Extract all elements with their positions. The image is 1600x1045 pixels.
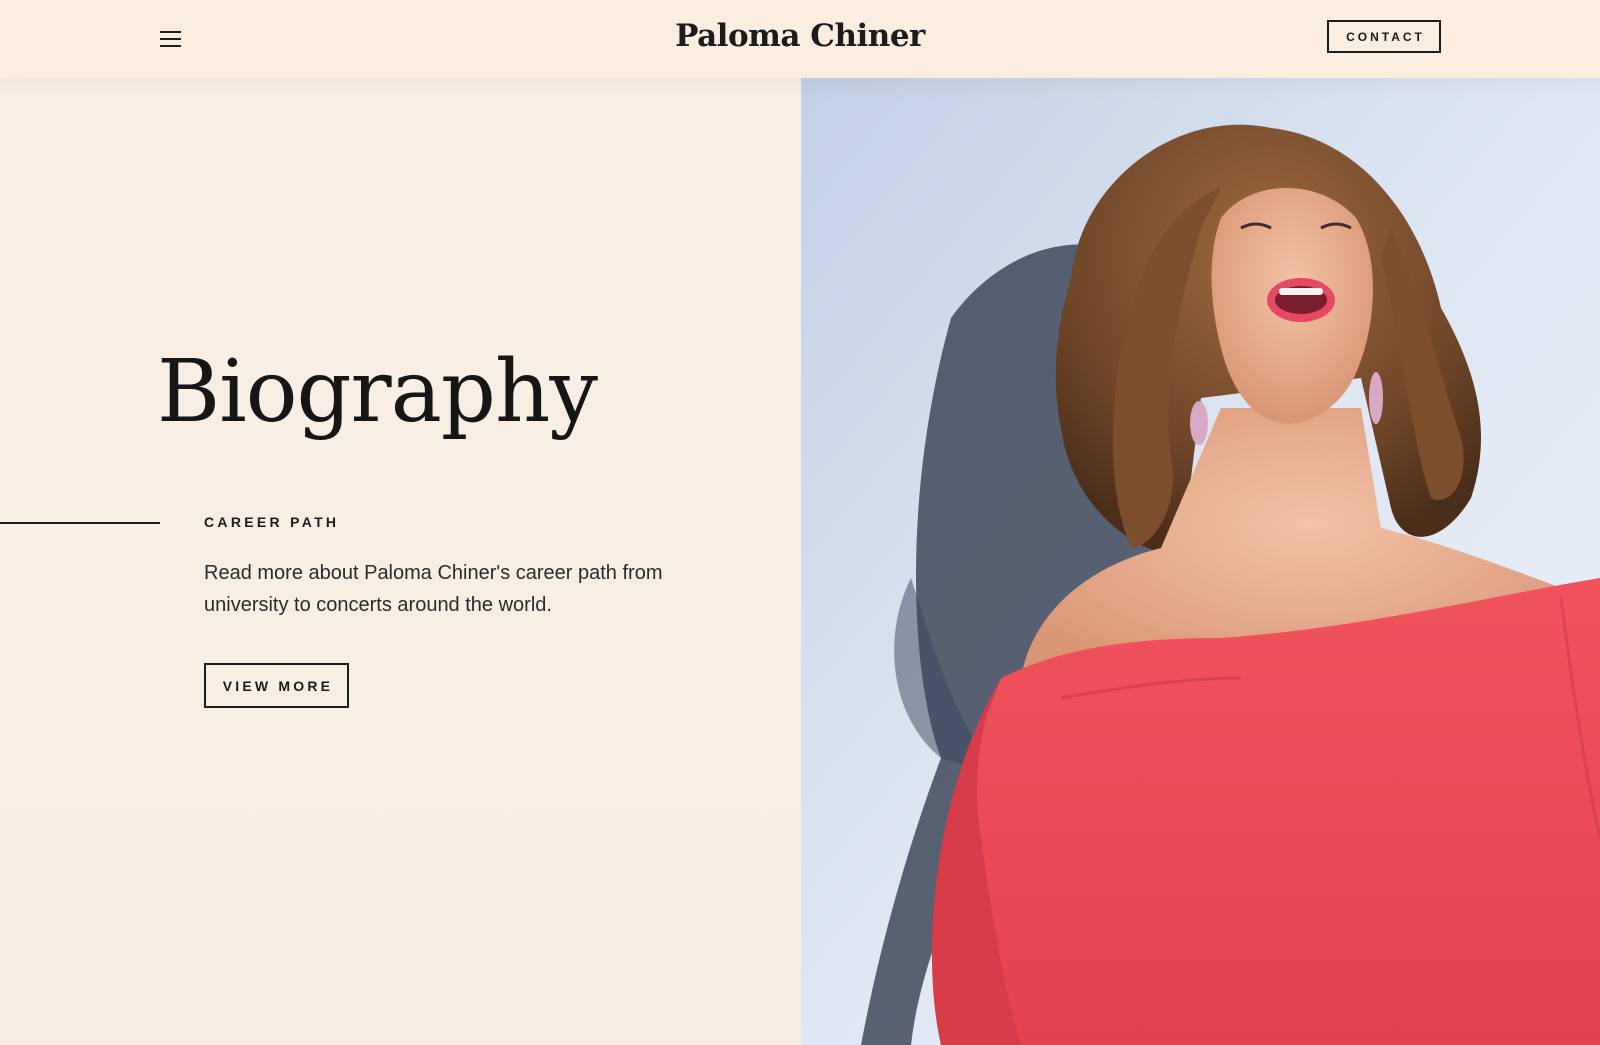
decorative-divider	[0, 522, 160, 524]
site-logo[interactable]: Paloma Chiner	[500, 18, 1100, 54]
menu-line	[159, 31, 181, 33]
contact-button[interactable]: CONTACT	[1327, 20, 1441, 53]
section-eyebrow: CAREER PATH	[204, 514, 340, 530]
portrait-illustration	[801, 78, 1600, 1045]
site-header: Paloma Chiner CONTACT	[0, 0, 1600, 78]
hamburger-menu-icon[interactable]	[152, 24, 188, 54]
page-title: Biography	[157, 342, 598, 442]
hero-portrait-image	[801, 78, 1600, 1045]
menu-line	[159, 45, 181, 47]
view-more-button[interactable]: VIEW MORE	[204, 663, 349, 708]
section-description: Read more about Paloma Chiner's career p…	[204, 562, 663, 616]
menu-line	[159, 38, 181, 40]
